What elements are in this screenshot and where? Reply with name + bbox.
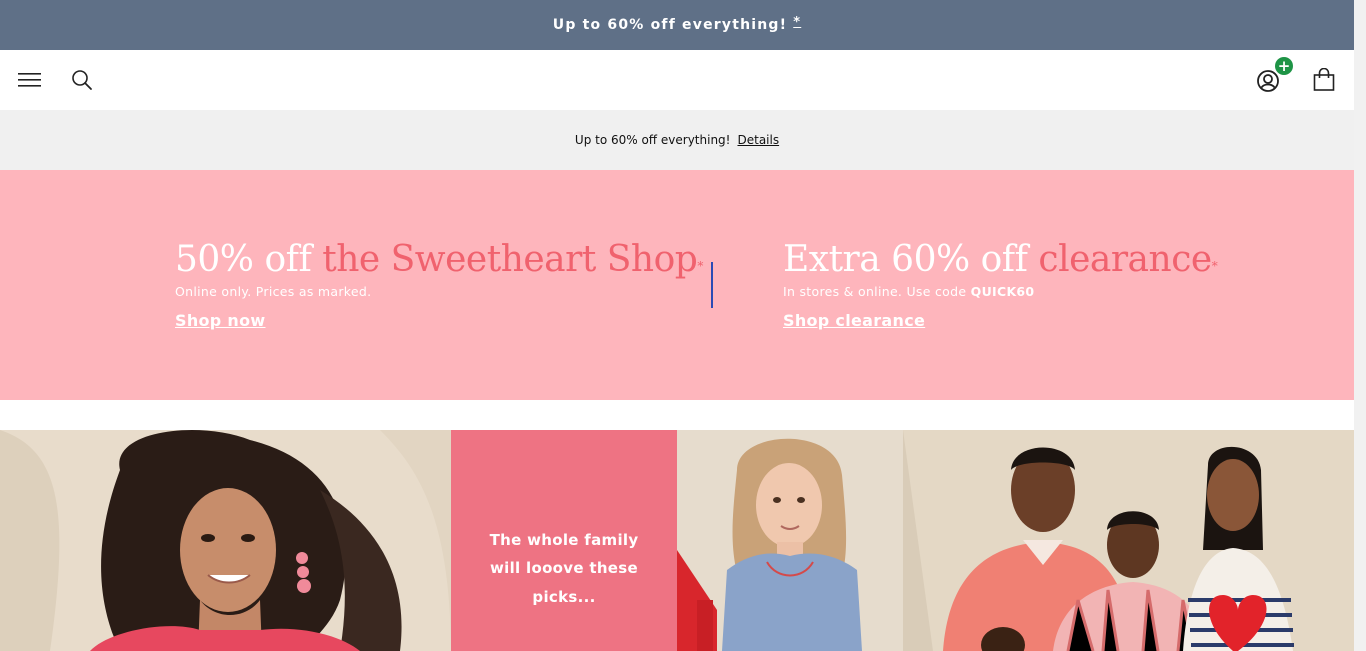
clearance-asterisk: * <box>1211 259 1218 273</box>
hero-divider <box>711 262 713 308</box>
gallery-tile-woman[interactable] <box>0 430 451 651</box>
menu-button[interactable] <box>16 68 44 92</box>
family-photo <box>903 430 1354 651</box>
clearance-title-accent: clearance <box>1038 239 1212 280</box>
clearance-offer-subtext: In stores & online. Use code QUICK60 <box>783 284 1217 299</box>
page-scrollbar[interactable] <box>1354 0 1366 651</box>
product-gallery: The whole family will looove these picks… <box>0 430 1354 651</box>
site-header <box>0 50 1354 110</box>
woman-photo <box>0 430 451 651</box>
promo-bar-text: Up to 60% off everything! <box>552 17 788 33</box>
account-icon <box>1257 70 1279 92</box>
details-link[interactable]: Details <box>737 133 779 147</box>
sweetheart-offer: 50% off the Sweetheart Shop* Online only… <box>175 238 703 330</box>
sub-promo-bar: Up to 60% off everything! Details <box>0 110 1354 170</box>
sweetheart-title-accent: the Sweetheart Shop <box>322 239 698 280</box>
gallery-tile-family[interactable] <box>903 430 1354 651</box>
sweetheart-offer-title: 50% off the Sweetheart Shop* <box>175 238 703 282</box>
hamburger-menu-icon <box>18 73 41 87</box>
gallery-tile-caption: The whole family will looove these picks… <box>489 530 639 606</box>
shop-clearance-link[interactable]: Shop clearance <box>783 311 925 330</box>
search-button[interactable] <box>70 68 94 92</box>
account-plus-badge: + <box>1275 57 1293 75</box>
sub-promo-text: Up to 60% off everything! <box>574 133 731 147</box>
clearance-title-start: Extra 60% off <box>783 239 1028 280</box>
shopping-bag-button[interactable] <box>1312 67 1336 93</box>
promo-code: QUICK60 <box>970 284 1035 299</box>
gallery-tile-text[interactable]: The whole family will looove these picks… <box>451 430 677 651</box>
shop-now-link[interactable]: Shop now <box>175 311 266 330</box>
gallery-tile-girl[interactable] <box>677 430 903 651</box>
search-icon <box>72 70 92 90</box>
sweetheart-offer-subtext: Online only. Prices as marked. <box>175 284 372 299</box>
shopping-bag-icon <box>1313 68 1335 91</box>
sweetheart-asterisk: * <box>697 259 703 273</box>
girl-photo <box>677 430 903 651</box>
clearance-offer: Extra 60% off clearance* In stores & onl… <box>783 238 1218 330</box>
clearance-sub-prefix: In stores & online. Use code <box>783 284 967 299</box>
promo-bar-asterisk-link[interactable]: * <box>793 15 801 30</box>
clearance-offer-title: Extra 60% off clearance* <box>783 238 1218 282</box>
promo-bar: Up to 60% off everything! * <box>0 0 1354 50</box>
hero-banner: 50% off the Sweetheart Shop* Online only… <box>0 170 1354 400</box>
sweetheart-title-start: 50% off <box>175 239 312 280</box>
